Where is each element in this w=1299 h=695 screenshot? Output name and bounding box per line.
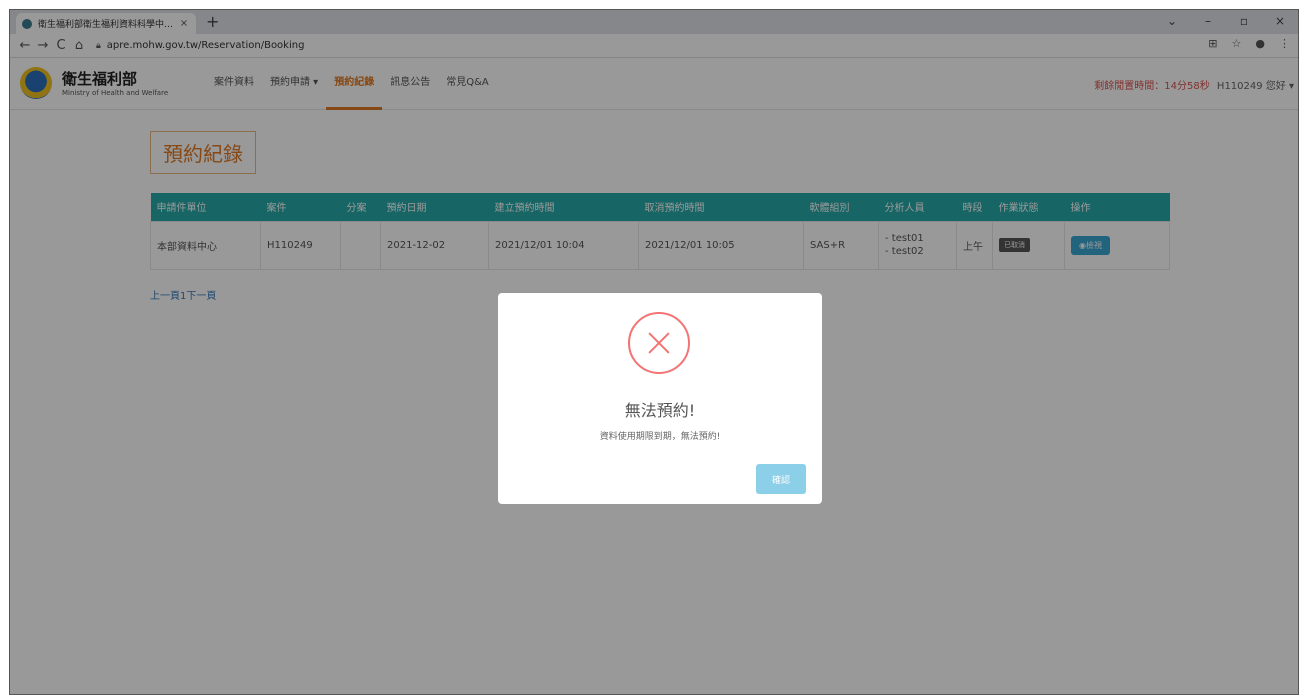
browser-window: 衛生福利部衛生福利資料科學中… × + ⌄ – ▫ × ← → C ⌂ 🔒︎ a…: [9, 9, 1299, 695]
confirm-button[interactable]: 確認: [756, 464, 806, 494]
dialog-title: 無法預約!: [624, 401, 696, 420]
dialog-message: 資料使用期限到期，無法預約!: [599, 432, 721, 442]
error-dialog: 無法預約! 資料使用期限到期，無法預約! 確認: [498, 293, 822, 504]
error-x-icon: [628, 312, 690, 374]
